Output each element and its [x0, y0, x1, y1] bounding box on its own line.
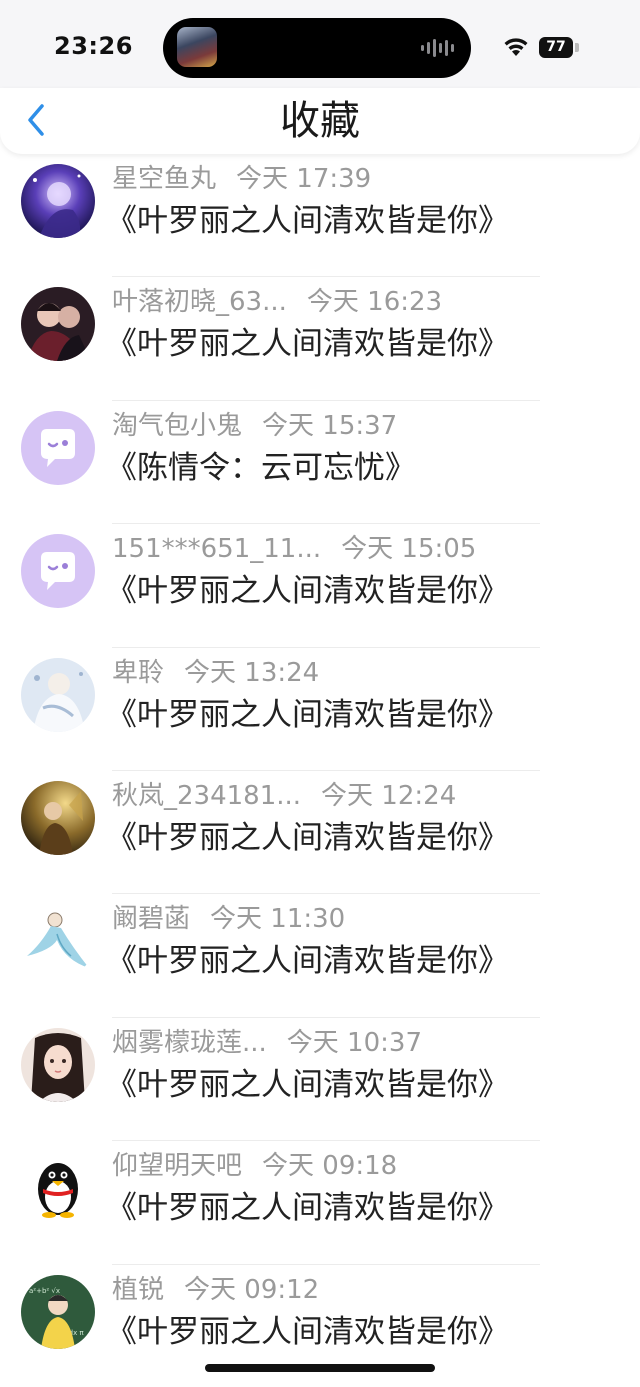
user-name[interactable]: 植锐	[112, 1275, 164, 1305]
book-title[interactable]: 《叶罗丽之人间清欢皆是你》	[106, 1311, 509, 1353]
book-title[interactable]: 《陈情令：云可忘忧》	[106, 447, 416, 489]
user-avatar[interactable]	[21, 657, 95, 732]
now-playing-artwork	[177, 27, 217, 67]
list-item[interactable]: 卑聆 今天 13:24 《叶罗丽之人间清欢皆是你》	[0, 648, 640, 771]
user-name[interactable]: 叶落初晓_63...	[112, 287, 287, 317]
user-name[interactable]: 淘气包小鬼	[112, 411, 242, 441]
user-avatar[interactable]	[21, 904, 95, 979]
item-meta: 仰望明天吧 今天 09:18	[112, 1149, 397, 1183]
favorites-list: 星空鱼丸 今天 17:39 《叶罗丽之人间清欢皆是你》 叶落初晓_63... 今天 …	[0, 154, 640, 1387]
timestamp: 今天 11:30	[210, 904, 346, 935]
user-avatar[interactable]	[21, 287, 95, 362]
user-name[interactable]: 卑聆	[112, 658, 164, 688]
item-meta: 烟雾檬珑莲... 今天 10:37	[112, 1026, 422, 1060]
status-bar: 23:26 77	[0, 0, 640, 90]
user-name[interactable]: 烟雾檬珑莲...	[112, 1028, 267, 1058]
chat-bubble-avatar-icon[interactable]	[21, 410, 95, 485]
list-item[interactable]: 秋岚_234181... 今天 12:24 《叶罗丽之人间清欢皆是你》	[0, 771, 640, 895]
nav-bar: 收藏	[0, 88, 640, 154]
list-item[interactable]: 烟雾檬珑莲... 今天 10:37 《叶罗丽之人间清欢皆是你》	[0, 1018, 640, 1142]
timestamp: 今天 17:39	[236, 164, 372, 194]
timestamp: 今天 10:37	[286, 1027, 422, 1058]
item-meta: 淘气包小鬼 今天 15:37	[112, 409, 397, 443]
item-meta: 星空鱼丸 今天 17:39	[112, 162, 371, 196]
timestamp: 今天 12:24	[321, 780, 457, 811]
audio-waveform-icon	[421, 38, 454, 58]
book-title[interactable]: 《叶罗丽之人间清欢皆是你》	[106, 694, 509, 736]
book-title[interactable]: 《叶罗丽之人间清欢皆是你》	[106, 1064, 509, 1106]
list-item[interactable]: 叶落初晓_63... 今天 16:23 《叶罗丽之人间清欢皆是你》	[0, 277, 640, 401]
timestamp: 今天 09:18	[262, 1151, 398, 1182]
user-name[interactable]: 秋岚_234181...	[112, 781, 301, 811]
user-name[interactable]: 阚碧菡	[112, 904, 190, 934]
status-time: 23:26	[54, 32, 133, 60]
chat-bubble-avatar-icon[interactable]	[21, 534, 95, 609]
battery-indicator: 77	[539, 37, 573, 58]
user-name[interactable]: 星空鱼丸	[112, 164, 216, 194]
item-meta: 卑聆 今天 13:24	[112, 656, 319, 690]
dynamic-island[interactable]	[163, 18, 471, 78]
penguin-avatar-icon[interactable]	[21, 1151, 95, 1226]
timestamp: 今天 13:24	[184, 657, 320, 688]
user-name[interactable]: 151***651_11...	[112, 534, 321, 564]
book-title[interactable]: 《叶罗丽之人间清欢皆是你》	[106, 570, 509, 612]
item-meta: 叶落初晓_63... 今天 16:23	[112, 285, 442, 319]
list-item[interactable]: 仰望明天吧 今天 09:18 《叶罗丽之人间清欢皆是你》	[0, 1141, 640, 1265]
timestamp: 今天 09:12	[184, 1274, 320, 1305]
user-avatar[interactable]	[21, 1027, 95, 1102]
user-avatar[interactable]	[21, 164, 95, 238]
wifi-icon	[504, 38, 528, 56]
book-title[interactable]: 《叶罗丽之人间清欢皆是你》	[106, 1187, 509, 1229]
user-avatar[interactable]: a²+b² √x ∫dx π	[21, 1274, 95, 1349]
book-title[interactable]: 《叶罗丽之人间清欢皆是你》	[106, 323, 509, 365]
list-item[interactable]: 151***651_11... 今天 15:05 《叶罗丽之人间清欢皆是你》	[0, 524, 640, 648]
list-item[interactable]: 星空鱼丸 今天 17:39 《叶罗丽之人间清欢皆是你》	[0, 154, 640, 278]
battery-tip	[575, 43, 579, 52]
list-item[interactable]: 阚碧菡 今天 11:30 《叶罗丽之人间清欢皆是你》	[0, 894, 640, 1018]
page-title: 收藏	[280, 98, 360, 144]
timestamp: 今天 15:05	[341, 534, 477, 565]
book-title[interactable]: 《叶罗丽之人间清欢皆是你》	[106, 817, 509, 859]
timestamp: 今天 16:23	[306, 287, 443, 318]
user-name[interactable]: 仰望明天吧	[112, 1151, 242, 1181]
svg-text:a²+b² √x: a²+b² √x	[29, 1287, 60, 1295]
user-avatar[interactable]	[21, 780, 95, 855]
item-meta: 秋岚_234181... 今天 12:24	[112, 779, 456, 813]
timestamp: 今天 15:37	[262, 410, 398, 441]
book-title[interactable]: 《叶罗丽之人间清欢皆是你》	[106, 200, 509, 242]
item-meta: 151***651_11... 今天 15:05	[112, 532, 476, 566]
list-item[interactable]: 淘气包小鬼 今天 15:37 《陈情令：云可忘忧》	[0, 401, 640, 525]
item-meta: 植锐 今天 09:12	[112, 1273, 319, 1307]
home-indicator[interactable]	[205, 1364, 435, 1372]
item-meta: 阚碧菡 今天 11:30	[112, 902, 345, 936]
book-title[interactable]: 《叶罗丽之人间清欢皆是你》	[106, 940, 509, 982]
